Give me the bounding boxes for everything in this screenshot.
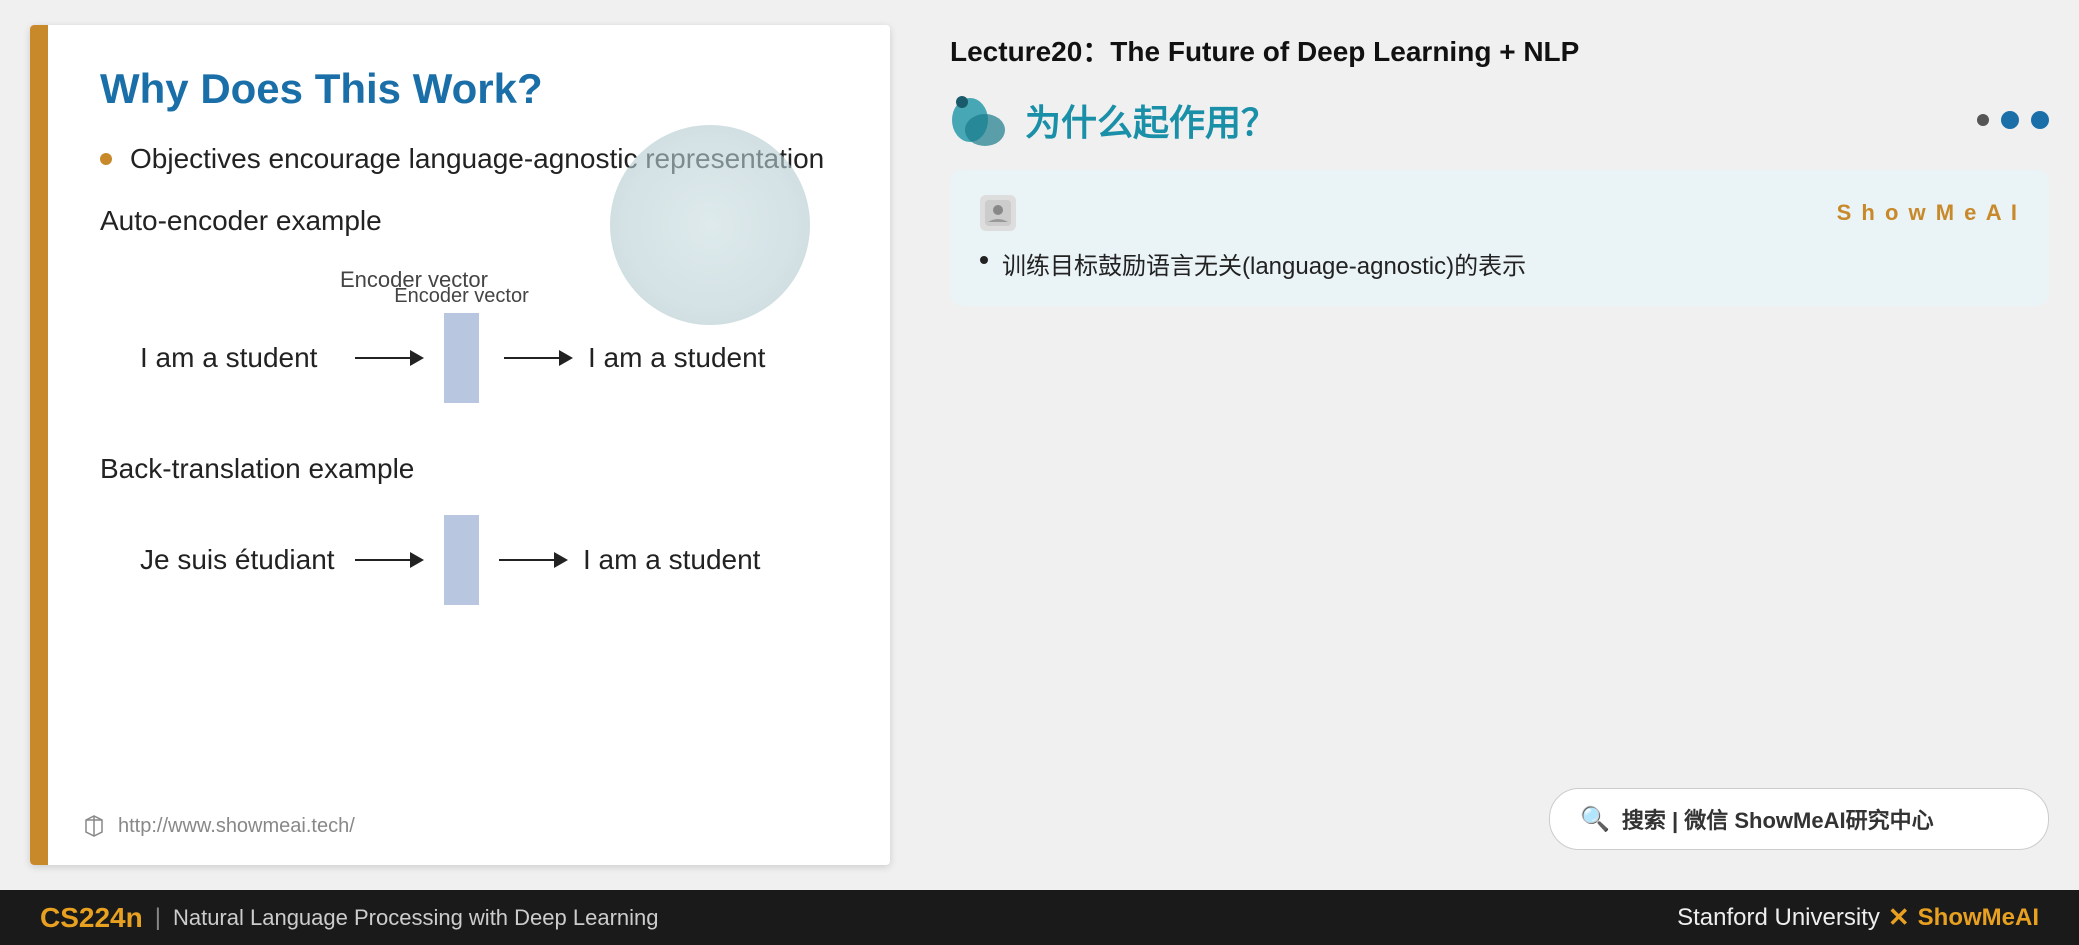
teal-shape-icon — [950, 90, 1010, 150]
backtrans-label: Back-translation example — [100, 453, 830, 485]
showmeai-brand: S h o w M e A I — [1837, 200, 2019, 226]
bt-diagram-row: Je suis étudiant I am a student — [140, 515, 830, 605]
ae-arrow-1 — [355, 350, 424, 366]
pipe: | — [155, 904, 161, 932]
bottom-left: CS224n | Natural Language Processing wit… — [40, 902, 659, 934]
lecture-header: 为什么起作用？ — [950, 90, 2049, 150]
ae-output-text: I am a student — [588, 342, 788, 374]
right-panel: Lecture20：The Future of Deep Learning + … — [920, 0, 2079, 890]
showmeai-bullet-text: 训练目标鼓励语言无关(language-agnostic)的表示 — [1002, 246, 1526, 281]
backtrans-section: Back-translation example Je suis étudian… — [100, 453, 830, 605]
bt-encoder-block — [444, 515, 479, 605]
bullet-dot — [100, 153, 112, 165]
showmeai-bullet-dot — [980, 256, 988, 264]
showmeai-header: S h o w M e A I — [980, 195, 2019, 231]
course-code: CS224n — [40, 902, 143, 934]
university-name: Stanford University — [1677, 904, 1880, 932]
nav-dots — [1977, 111, 2049, 129]
showmeai-icon — [980, 195, 1016, 231]
course-name: Natural Language Processing with Deep Le… — [173, 905, 659, 931]
nav-dot-2[interactable] — [2001, 111, 2019, 129]
showmeai-logo-area — [980, 195, 1016, 231]
teal-circle-decoration — [610, 125, 810, 325]
ae-arrow-2 — [504, 350, 573, 366]
ae-encoder-block — [444, 313, 479, 403]
ae-diagram-row: I am a student Encoder vector I am a stu… — [140, 313, 830, 403]
lecture-title-row: 为什么起作用？ — [950, 90, 1277, 150]
bottom-right: Stanford University ✕ ShowMeAI — [1677, 902, 2039, 933]
showmeai-bullet: 训练目标鼓励语言无关(language-agnostic)的表示 — [980, 246, 2019, 281]
nav-dot-3[interactable] — [2031, 111, 2049, 129]
slide-area: Why Does This Work? Objectives encourage… — [0, 0, 920, 890]
search-bar[interactable]: 🔍 搜索 | 微信 ShowMeAI研究中心 — [1549, 788, 2049, 850]
nav-dot-1[interactable] — [1977, 114, 1989, 126]
search-text: 搜索 | 微信 ShowMeAI研究中心 — [1622, 803, 1934, 835]
url-icon — [80, 812, 108, 840]
slide-url: http://www.showmeai.tech/ — [80, 812, 355, 840]
ae-input-text: I am a student — [140, 342, 340, 374]
url-text: http://www.showmeai.tech/ — [118, 815, 355, 838]
slide-title: Why Does This Work? — [100, 65, 830, 113]
ae-encoder-block-wrapper: Encoder vector — [439, 313, 484, 403]
bt-arrow-2 — [499, 552, 568, 568]
x-mark: ✕ — [1888, 902, 1910, 933]
bt-output-text: I am a student — [583, 544, 783, 576]
bottom-bar: CS224n | Natural Language Processing wit… — [0, 890, 2079, 945]
encoder-vector-label-above: Encoder vector — [394, 285, 529, 308]
slide-border — [30, 25, 48, 865]
showmeai-card: S h o w M e A I 训练目标鼓励语言无关(language-agno… — [950, 170, 2049, 306]
showmeai-footer: ShowMeAI — [1918, 904, 2039, 932]
bt-arrow-1 — [355, 552, 424, 568]
lecture-title: Lecture20：The Future of Deep Learning + … — [950, 30, 2049, 70]
bt-input-text: Je suis étudiant — [140, 544, 340, 576]
slide-card: Why Does This Work? Objectives encourage… — [30, 25, 890, 865]
search-bar-container: 🔍 搜索 | 微信 ShowMeAI研究中心 — [950, 788, 2049, 850]
search-icon: 🔍 — [1580, 805, 1610, 834]
chinese-title: 为什么起作用？ — [1025, 94, 1277, 146]
